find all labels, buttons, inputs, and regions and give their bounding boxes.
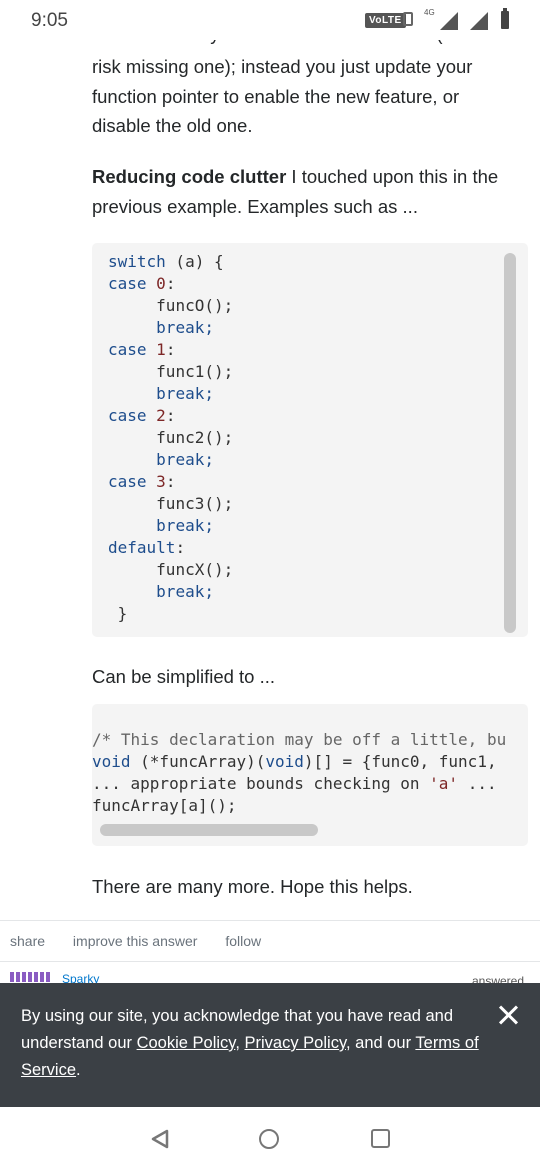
volte-badge: VoLTE — [365, 13, 406, 28]
code-block-func-array[interactable]: /* This declaration may be off a little,… — [92, 704, 528, 846]
paragraph-2: Reducing code clutter I touched upon thi… — [92, 162, 522, 221]
answer-post: track down all your if else or switch ca… — [78, 34, 540, 920]
close-icon[interactable] — [498, 1005, 518, 1025]
nav-home-icon[interactable] — [259, 1129, 279, 1149]
share-link[interactable]: share — [10, 933, 45, 949]
vertical-scrollbar[interactable] — [504, 253, 516, 633]
signal-icon — [440, 12, 458, 30]
status-bar: 9:05 VoLTE 4G — [0, 0, 540, 40]
horizontal-scrollbar[interactable] — [100, 824, 318, 836]
network-type: 4G — [424, 8, 435, 17]
cookie-text: By using our site, you acknowledge that … — [21, 1007, 479, 1079]
avatar[interactable] — [10, 972, 50, 982]
divider — [0, 961, 540, 962]
follow-link[interactable]: follow — [225, 933, 261, 949]
vibrate-icon — [403, 12, 413, 26]
status-time: 9:05 — [31, 10, 68, 31]
signal-icon — [470, 12, 488, 30]
simplified-text: Can be simplified to ... — [92, 666, 276, 687]
closing-text: There are many more. Hope this helps. — [92, 876, 413, 897]
code-content: /* This declaration may be off a little,… — [92, 730, 507, 815]
cookie-banner: By using our site, you acknowledge that … — [0, 983, 540, 1107]
bold-lead: Reducing code clutter — [92, 166, 287, 187]
navigation-bar — [0, 1107, 540, 1170]
post-actions: share improve this answer follow — [10, 933, 285, 949]
paragraph-1: risk missing one); instead you just upda… — [92, 56, 473, 136]
nav-recent-icon[interactable] — [371, 1129, 390, 1148]
code-content: switch (a) { case 0: funcO(); break; cas… — [108, 252, 234, 623]
nav-back-icon[interactable] — [150, 1129, 170, 1149]
battery-icon — [501, 8, 509, 29]
cookie-policy-link[interactable]: Cookie Policy — [137, 1034, 236, 1052]
improve-answer-link[interactable]: improve this answer — [73, 933, 198, 949]
code-block-switch[interactable]: switch (a) { case 0: funcO(); break; cas… — [92, 243, 528, 637]
privacy-policy-link[interactable]: Privacy Policy — [245, 1034, 346, 1052]
divider — [0, 920, 540, 921]
